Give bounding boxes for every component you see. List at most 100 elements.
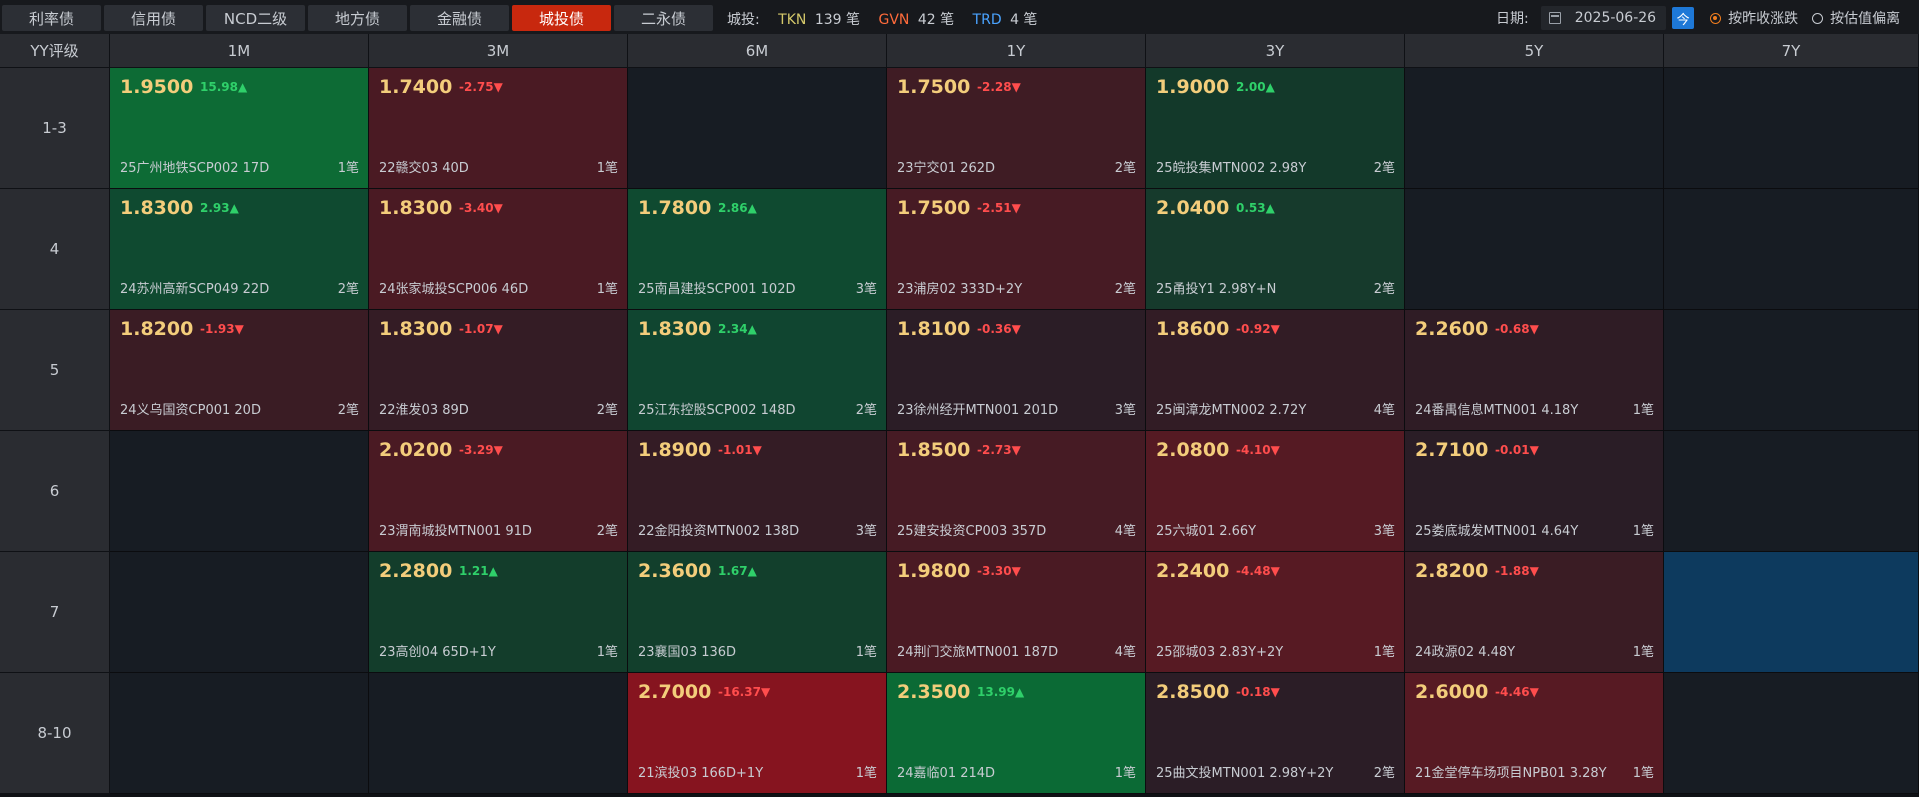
trade-count: 1笔 — [337, 161, 359, 176]
tenor-header[interactable]: 6M — [628, 34, 887, 68]
quote-cell[interactable]: 2.2800 1.21▲ 23高创04 65D+1Y 1笔 — [369, 552, 628, 673]
quote-cell[interactable]: 2.8200 -1.88▼ 24政源02 4.48Y 1笔 — [1405, 552, 1664, 673]
yield-value: 1.7400 — [379, 76, 453, 98]
quote-cell[interactable]: 1.8600 -0.92▼ 25闽漳龙MTN002 2.72Y 4笔 — [1146, 310, 1405, 431]
bond-name: 24义乌国资CP001 20D — [120, 403, 261, 418]
summary-gvn-name: GVN — [878, 12, 910, 28]
yield-value: 2.2400 — [1156, 560, 1230, 582]
quote-cell[interactable]: 2.6000 -4.46▼ 21金堂停车场项目NPB01 3.28Y 1笔 — [1405, 673, 1664, 794]
empty-cell — [110, 431, 369, 552]
empty-cell — [110, 552, 369, 673]
tenor-header[interactable]: 3M — [369, 34, 628, 68]
summary-trd-name: TRD — [972, 12, 1002, 28]
yield-value: 1.8500 — [897, 439, 971, 461]
change-bp: -0.68▼ — [1495, 322, 1539, 336]
trade-count: 3笔 — [1373, 524, 1395, 539]
quote-cell[interactable]: 1.8100 -0.36▼ 23徐州经开MTN001 201D 3笔 — [887, 310, 1146, 431]
quote-cell[interactable]: 2.7100 -0.01▼ 25娄底城发MTN001 4.64Y 1笔 — [1405, 431, 1664, 552]
quote-cell[interactable]: 1.7500 -2.28▼ 23宁交01 262D 2笔 — [887, 68, 1146, 189]
tab-financial-bond[interactable]: 金融债 — [410, 5, 509, 31]
quote-cell[interactable]: 1.7400 -2.75▼ 22赣交03 40D 1笔 — [369, 68, 628, 189]
radio-label-valuation: 按估值偏离 — [1830, 11, 1901, 27]
quote-cell[interactable] — [1664, 552, 1919, 673]
quote-cell[interactable]: 2.0200 -3.29▼ 23渭南城投MTN001 91D 2笔 — [369, 431, 628, 552]
trade-count: 1笔 — [596, 161, 618, 176]
quote-cell[interactable]: 1.9800 -3.30▼ 24荆门交旅MTN001 187D 4笔 — [887, 552, 1146, 673]
quote-cell[interactable]: 1.8300 2.93▲ 24苏州高新SCP049 22D 2笔 — [110, 189, 369, 310]
quote-cell[interactable]: 2.2400 -4.48▼ 25邵城03 2.83Y+2Y 1笔 — [1146, 552, 1405, 673]
empty-cell — [628, 68, 887, 189]
quote-cell[interactable]: 1.8200 -1.93▼ 24义乌国资CP001 20D 2笔 — [110, 310, 369, 431]
yield-value: 1.7500 — [897, 76, 971, 98]
change-bp: -3.30▼ — [977, 564, 1021, 578]
yield-value: 1.8300 — [379, 318, 453, 340]
quote-cell[interactable]: 1.8300 2.34▲ 25江东控股SCP002 148D 2笔 — [628, 310, 887, 431]
trade-count: 3笔 — [1114, 403, 1136, 418]
trade-count: 2笔 — [1373, 282, 1395, 297]
quote-cell[interactable]: 1.7500 -2.51▼ 23浦房02 333D+2Y 2笔 — [887, 189, 1146, 310]
quote-cell[interactable]: 1.7800 2.86▲ 25南昌建投SCP001 102D 3笔 — [628, 189, 887, 310]
change-bp: -1.07▼ — [459, 322, 503, 336]
trade-summary: 城投: TKN 139 笔 GVN 42 笔 TRD 4 笔 — [727, 9, 1051, 29]
quote-cell[interactable]: 1.9000 2.00▲ 25皖投集MTN002 2.98Y 2笔 — [1146, 68, 1405, 189]
bond-name: 21金堂停车场项目NPB01 3.28Y — [1415, 766, 1607, 781]
tenor-header[interactable]: 5Y — [1405, 34, 1664, 68]
quote-cell[interactable]: 2.8500 -0.18▼ 25曲文投MTN001 2.98Y+2Y 2笔 — [1146, 673, 1405, 794]
tenor-header[interactable]: 3Y — [1146, 34, 1405, 68]
trade-count: 1笔 — [1632, 645, 1654, 660]
quote-cell[interactable]: 2.0800 -4.10▼ 25六城01 2.66Y 3笔 — [1146, 431, 1405, 552]
tab-local-gov-bond[interactable]: 地方债 — [308, 5, 407, 31]
tenor-header[interactable]: 1Y — [887, 34, 1146, 68]
tab-perpetual-bond[interactable]: 二永债 — [614, 5, 713, 31]
trade-count: 1笔 — [1373, 645, 1395, 660]
date-picker[interactable]: 2025-06-26 — [1540, 6, 1667, 30]
quote-cell[interactable]: 2.3500 13.99▲ 24嘉临01 214D 1笔 — [887, 673, 1146, 794]
quote-cell[interactable]: 2.7000 -16.37▼ 21滨投03 166D+1Y 1笔 — [628, 673, 887, 794]
rating-row-header: 1-3 — [0, 68, 110, 189]
tab-urban-investment-bond[interactable]: 城投债 — [512, 5, 611, 31]
trade-count: 2笔 — [1114, 282, 1136, 297]
bond-name: 22淮发03 89D — [379, 403, 469, 418]
tab-ncd-secondary[interactable]: NCD二级 — [206, 5, 305, 31]
trade-count: 1笔 — [596, 645, 618, 660]
tab-credit-bond[interactable]: 信用债 — [104, 5, 203, 31]
date-controls: 日期: 2025-06-26 今 按昨收涨跌 按估值偏离 — [1496, 6, 1900, 30]
quote-cell[interactable]: 2.0400 0.53▲ 25甬投Y1 2.98Y+N 2笔 — [1146, 189, 1405, 310]
quote-cell[interactable]: 1.8900 -1.01▼ 22金阳投资MTN002 138D 3笔 — [628, 431, 887, 552]
tenor-header[interactable]: 7Y — [1664, 34, 1919, 68]
yield-value: 2.2600 — [1415, 318, 1489, 340]
change-bp: -4.46▼ — [1495, 685, 1539, 699]
tab-rate-bond[interactable]: 利率债 — [2, 5, 101, 31]
change-bp: 2.00▲ — [1236, 80, 1275, 94]
yield-value: 1.9800 — [897, 560, 971, 582]
bond-name: 22金阳投资MTN002 138D — [638, 524, 800, 539]
quote-cell[interactable]: 1.9500 15.98▲ 25广州地铁SCP002 17D 1笔 — [110, 68, 369, 189]
calendar-icon — [1548, 12, 1561, 24]
trade-count: 2笔 — [337, 282, 359, 297]
trade-count: 2笔 — [1114, 161, 1136, 176]
today-button[interactable]: 今 — [1672, 7, 1695, 29]
change-bp: 1.21▲ — [459, 564, 498, 578]
empty-cell — [369, 673, 628, 794]
change-bp: -2.28▼ — [977, 80, 1021, 94]
quote-cell[interactable]: 2.3600 1.67▲ 23襄国03 136D 1笔 — [628, 552, 887, 673]
change-bp: 0.53▲ — [1236, 201, 1275, 215]
bond-name: 21滨投03 166D+1Y — [638, 766, 764, 781]
radio-prev-close-change[interactable]: 按昨收涨跌 — [1710, 8, 1798, 28]
change-bp: -4.10▼ — [1236, 443, 1280, 457]
quote-cell[interactable]: 1.8300 -1.07▼ 22淮发03 89D 2笔 — [369, 310, 628, 431]
rating-row-header: 4 — [0, 189, 110, 310]
bond-name: 25六城01 2.66Y — [1156, 524, 1257, 539]
change-bp: -1.88▼ — [1495, 564, 1539, 578]
bond-name: 22赣交03 40D — [379, 161, 469, 176]
bond-name: 24番禺信息MTN001 4.18Y — [1415, 403, 1579, 418]
bond-name: 24苏州高新SCP049 22D — [120, 282, 270, 297]
radio-valuation-deviation[interactable]: 按估值偏离 — [1812, 8, 1900, 28]
quote-cell[interactable]: 1.8300 -3.40▼ 24张家城投SCP006 46D 1笔 — [369, 189, 628, 310]
quote-cell[interactable]: 2.2600 -0.68▼ 24番禺信息MTN001 4.18Y 1笔 — [1405, 310, 1664, 431]
bond-name: 25皖投集MTN002 2.98Y — [1156, 161, 1307, 176]
yield-value: 2.7100 — [1415, 439, 1489, 461]
bond-name: 24张家城投SCP006 46D — [379, 282, 529, 297]
tenor-header[interactable]: 1M — [110, 34, 369, 68]
quote-cell[interactable]: 1.8500 -2.73▼ 25建安投资CP003 357D 4笔 — [887, 431, 1146, 552]
